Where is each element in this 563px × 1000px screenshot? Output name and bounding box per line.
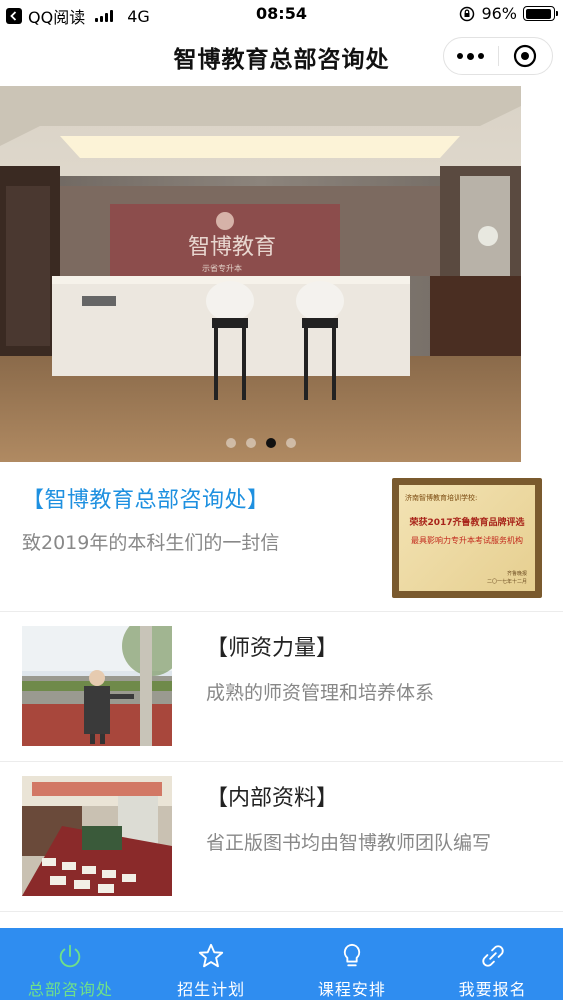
banner-carousel[interactable]: 智博教育 示省专升本 [0, 86, 521, 462]
more-button[interactable] [444, 38, 498, 74]
intro-section[interactable]: 【智博教育总部咨询处】 致2019年的本科生们的一封信 济南智博教育培训学校: … [0, 462, 563, 612]
lightbulb-icon [343, 943, 360, 967]
rotation-lock-icon [460, 6, 475, 21]
close-miniprogram-button[interactable] [499, 38, 553, 74]
certificate-plaque: 济南智博教育培训学校: 荣获2017齐鲁教育品牌评选 最具影响力专升本考试服务机… [399, 485, 535, 591]
tab-label: 课程安排 [317, 980, 386, 999]
intro-subtitle: 致2019年的本科生们的一封信 [22, 532, 280, 554]
power-icon [60, 944, 81, 968]
list-item-materials[interactable]: 【内部资料】 省正版图书均由智博教师团队编写 [0, 762, 563, 912]
tab-label: 招生计划 [177, 980, 246, 999]
faculty-photo [22, 626, 172, 746]
tab-enrollment[interactable]: 招生计划 [141, 928, 282, 1000]
certificate-line: 荣获2017齐鲁教育品牌评选 [409, 518, 525, 528]
link-icon [481, 945, 504, 967]
banner-sign-text: 智博教育 [188, 235, 276, 260]
tab-signup[interactable]: 我要报名 [422, 928, 563, 1000]
banner-image: 智博教育 示省专升本 [0, 86, 521, 462]
tab-label: 总部咨询处 [27, 980, 113, 999]
bottom-tab-bar: 总部咨询处 招生计划 课程安排 我要报名 [0, 928, 563, 1000]
intro-title[interactable]: 【智博教育总部咨询处】 [22, 482, 270, 514]
faculty-subtitle: 成熟的师资管理和培养体系 [206, 682, 435, 704]
more-dots-icon [457, 52, 485, 60]
target-circle-icon [514, 44, 537, 68]
materials-photo [22, 776, 172, 896]
list-item-faculty[interactable]: 【师资力量】 成熟的师资管理和培养体系 [0, 612, 563, 762]
pager-dot[interactable] [245, 438, 256, 448]
certificate-line: 齐鲁晚报 [506, 571, 527, 577]
certificate-line: 最具影响力专升本考试服务机构 [411, 536, 523, 545]
nav-bar: 智博教育总部咨询处 [0, 28, 563, 84]
star-icon [198, 943, 224, 968]
tab-label: 我要报名 [458, 980, 527, 999]
status-bar: QQ阅读 4G 08:54 96% [0, 0, 563, 28]
materials-title: 【内部资料】 [206, 786, 339, 811]
pager-dot[interactable] [265, 438, 276, 448]
battery-icon [523, 6, 558, 21]
certificate-image: 济南智博教育培训学校: 荣获2017齐鲁教育品牌评选 最具影响力专升本考试服务机… [392, 478, 542, 598]
status-right: 96% [459, 4, 558, 23]
tab-headquarters[interactable]: 总部咨询处 [0, 928, 141, 1000]
tab-schedule[interactable]: 课程安排 [282, 928, 423, 1000]
pager-dot[interactable] [285, 438, 296, 448]
miniprogram-capsule [443, 37, 553, 75]
banner-sign-subtext: 示省专升本 [202, 263, 242, 273]
faculty-title: 【师资力量】 [206, 636, 339, 661]
certificate-line: 二〇一七年十二月 [486, 579, 527, 585]
battery-percent: 96% [481, 4, 517, 23]
pager-dot[interactable] [225, 438, 236, 448]
carousel-pager [0, 438, 521, 448]
materials-subtitle: 省正版图书均由智博教师团队编写 [206, 832, 492, 854]
certificate-line: 济南智博教育培训学校: [405, 494, 478, 502]
